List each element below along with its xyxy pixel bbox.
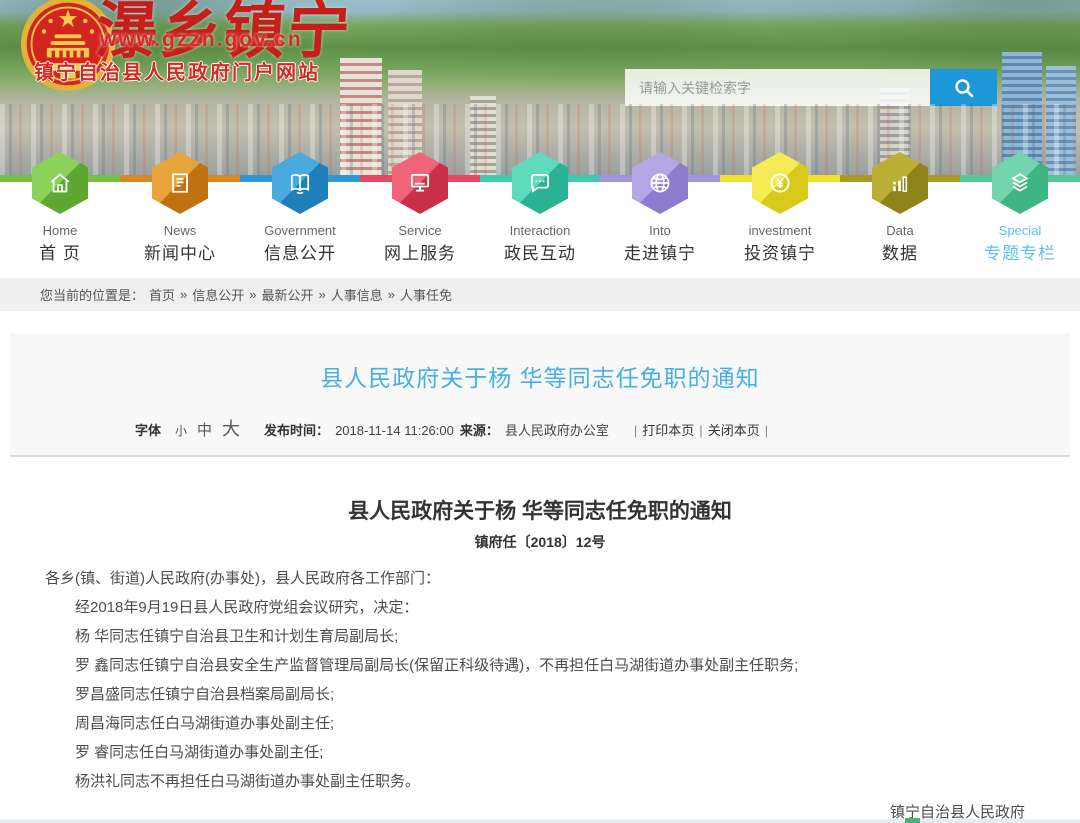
nav-label-zh: 走进镇宁 xyxy=(624,242,696,266)
source-value: 县人民政府办公室 xyxy=(505,420,609,439)
nav-label-zh: 首 页 xyxy=(39,242,81,266)
into-hexagon xyxy=(632,152,688,214)
font-large-button[interactable]: 大 xyxy=(222,415,240,441)
nav-item-home[interactable]: Home 首 页 xyxy=(0,152,120,266)
breadcrumb-prefix: 您当前的位置是： xyxy=(40,285,144,304)
government-hexagon xyxy=(272,152,328,214)
nav-label-zh: 新闻中心 xyxy=(144,242,216,266)
open-book-icon xyxy=(286,169,314,197)
paragraph-salutation: 各乡(镇、街道)人民政府(办事处)，县人民政府各工作部门： xyxy=(45,569,1035,589)
nav-label-zh: 网上服务 xyxy=(384,242,456,266)
paragraph-appointment: 杨 华同志任镇宁自治县卫生和计划生育局副局长; xyxy=(45,627,1035,647)
nav-item-data[interactable]: Data 数据 xyxy=(840,152,960,266)
publish-time-value: 2018-11-14 11:26:00 xyxy=(335,423,454,438)
nav-label-zh: 专题专栏 xyxy=(984,242,1056,266)
breadcrumb-item-home[interactable]: 首页 xyxy=(149,285,175,304)
breadcrumb-item-appointment[interactable]: 人事任免 xyxy=(400,285,452,304)
nav-item-special[interactable]: Special 专题专栏 xyxy=(960,152,1080,266)
search-bar xyxy=(625,69,997,106)
news-hexagon xyxy=(152,152,208,214)
globe-icon xyxy=(646,169,674,197)
nav-label-en: Government xyxy=(264,222,336,240)
article-body: 县人民政府关于杨 华等同志任免职的通知 镇府任〔2018〕12号 各乡(镇、街道… xyxy=(10,495,1070,823)
yuan-coin-icon xyxy=(766,169,794,197)
home-icon xyxy=(46,169,74,197)
search-icon xyxy=(952,76,976,100)
paragraph-appointment: 罗 睿同志任白马湖街道办事处副主任; xyxy=(45,743,1035,763)
publish-time-label: 发布时间： xyxy=(264,420,329,439)
nav-label-zh: 数据 xyxy=(882,242,918,266)
footer-accent xyxy=(905,818,920,823)
layers-icon xyxy=(1006,169,1034,197)
paragraph-appointment: 罗 鑫同志任镇宁自治县安全生产监督管理局副局长(保留正科级待遇)，不再担任白马湖… xyxy=(45,656,1035,676)
nav-item-news[interactable]: News 新闻中心 xyxy=(120,152,240,266)
breadcrumb-item-personnel[interactable]: 人事信息 xyxy=(331,285,383,304)
nav-item-into[interactable]: Into 走进镇宁 xyxy=(600,152,720,266)
site-subtitle: 镇宁自治县人民政府门户网站 xyxy=(34,56,320,85)
breadcrumb-item-info[interactable]: 信息公开 xyxy=(192,285,244,304)
document-number: 镇府任〔2018〕12号 xyxy=(45,532,1035,552)
document-title: 县人民政府关于杨 华等同志任免职的通知 xyxy=(45,495,1035,525)
breadcrumb-item-latest[interactable]: 最新公开 xyxy=(262,285,314,304)
close-page-button[interactable]: 关闭本页 xyxy=(708,420,760,439)
nav-label-en: Data xyxy=(886,222,913,240)
interaction-hexagon xyxy=(512,152,568,214)
nav-label-en: investment xyxy=(749,222,812,240)
paragraph-appointment: 杨洪礼同志不再担任白马湖街道办事处副主任职务。 xyxy=(45,772,1035,792)
font-medium-button[interactable]: 中 xyxy=(197,419,212,440)
meta-divider: | xyxy=(765,423,768,438)
nav-item-government[interactable]: Government 信息公开 xyxy=(240,152,360,266)
speech-bubble-icon xyxy=(526,169,554,197)
paragraph-appointment: 罗昌盛同志任镇宁自治县档案局副局长; xyxy=(45,685,1035,705)
document-paragraphs: 各乡(镇、街道)人民政府(办事处)，县人民政府各工作部门： 经2018年9月19… xyxy=(45,569,1035,792)
news-document-icon xyxy=(166,169,194,197)
breadcrumb-separator: » xyxy=(388,287,395,302)
investment-hexagon xyxy=(752,152,808,214)
service-hexagon xyxy=(392,152,448,214)
nav-label-en: Interaction xyxy=(510,222,571,240)
article-card: 县人民政府关于杨 华等同志任免职的通知 字体 小 中 大 发布时间： 2018-… xyxy=(10,333,1070,823)
nav-label-zh: 信息公开 xyxy=(264,242,336,266)
breadcrumb-separator: » xyxy=(319,287,326,302)
font-size-label: 字体 xyxy=(135,420,161,439)
nav-label-zh: 政民互动 xyxy=(504,242,576,266)
page-title: 县人民政府关于杨 华等同志任免职的通知 xyxy=(10,359,1070,393)
nav-item-interaction[interactable]: Interaction 政民互动 xyxy=(480,152,600,266)
nav-label-en: Special xyxy=(999,222,1042,240)
special-hexagon xyxy=(992,152,1048,214)
nav-label-en: Service xyxy=(398,222,441,240)
data-hexagon xyxy=(872,152,928,214)
meta-divider: | xyxy=(634,423,637,438)
breadcrumb-separator: » xyxy=(180,287,187,302)
bar-chart-icon xyxy=(886,169,914,197)
nav-items: Home 首 页 News 新闻中心 Government 信息公开 xyxy=(0,152,1080,266)
breadcrumb-separator: » xyxy=(249,287,256,302)
main-navigation: Home 首 页 News 新闻中心 Government 信息公开 xyxy=(0,182,1080,278)
home-hexagon xyxy=(32,152,88,214)
search-button[interactable] xyxy=(930,69,997,106)
article-header: 县人民政府关于杨 华等同志任免职的通知 字体 小 中 大 发布时间： 2018-… xyxy=(10,333,1070,457)
paragraph-appointment: 周昌海同志任白马湖街道办事处副主任; xyxy=(45,714,1035,734)
article-meta: 字体 小 中 大 发布时间： 2018-11-14 11:26:00 来源： 县… xyxy=(135,415,1070,441)
source-label: 来源： xyxy=(460,420,499,439)
nav-item-service[interactable]: Service 网上服务 xyxy=(360,152,480,266)
font-small-button[interactable]: 小 xyxy=(175,422,187,439)
nav-label-en: Into xyxy=(649,222,671,240)
site-url: www.gzzn.gov.cn xyxy=(100,28,303,52)
meta-divider: | xyxy=(699,423,702,438)
monitor-icon xyxy=(406,169,434,197)
search-input[interactable] xyxy=(625,69,930,106)
nav-label-en: Home xyxy=(43,222,78,240)
nav-item-investment[interactable]: investment 投资镇宁 xyxy=(720,152,840,266)
breadcrumb: 您当前的位置是： 首页 » 信息公开 » 最新公开 » 人事信息 » 人事任免 xyxy=(0,278,1080,311)
print-page-button[interactable]: 打印本页 xyxy=(642,420,694,439)
paragraph-decision: 经2018年9月19日县人民政府党组会议研究，决定： xyxy=(45,598,1035,618)
nav-label-zh: 投资镇宁 xyxy=(744,242,816,266)
nav-label-en: News xyxy=(164,222,197,240)
